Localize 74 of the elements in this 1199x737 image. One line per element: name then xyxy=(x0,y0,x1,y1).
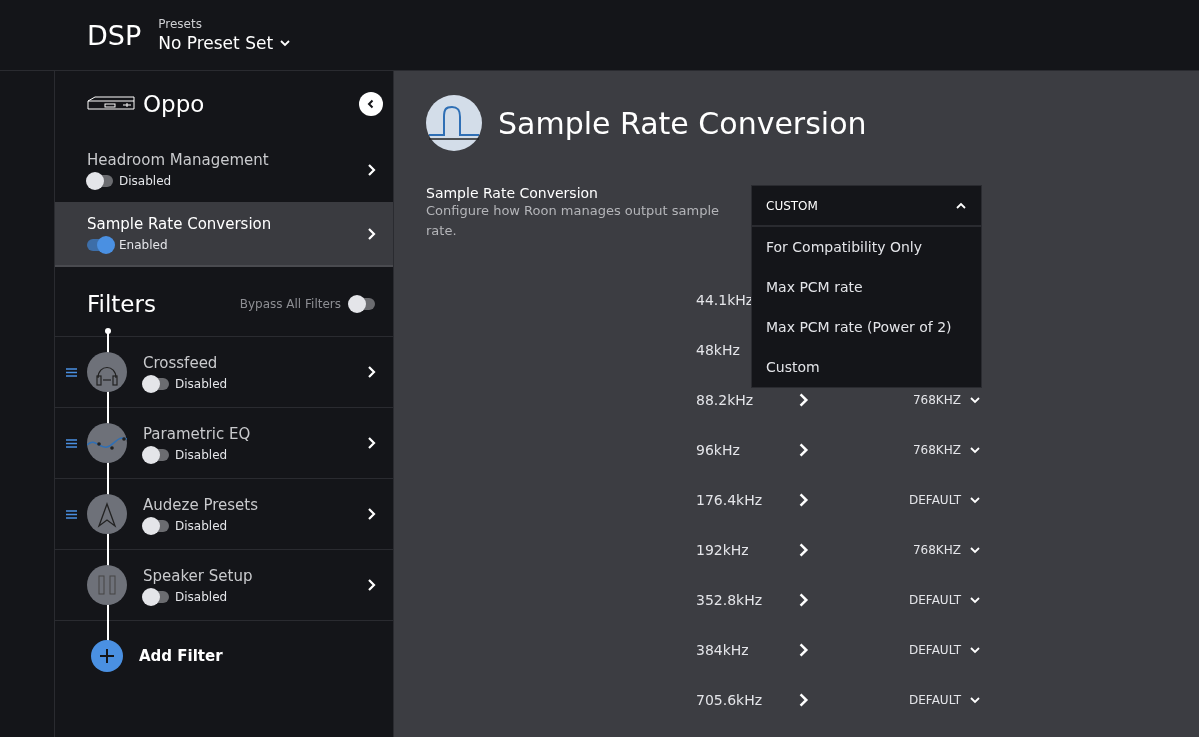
plus-icon xyxy=(99,648,115,664)
rate-label: 96kHz xyxy=(696,442,741,458)
toggle-switch[interactable] xyxy=(143,377,169,390)
rate-dropdown[interactable]: 768KHZ xyxy=(912,443,981,457)
toggle-switch[interactable] xyxy=(349,297,375,310)
rate-dropdown[interactable]: DEFAULT xyxy=(909,643,981,657)
speakers-icon xyxy=(87,565,127,605)
preset-dropdown[interactable]: No Preset Set xyxy=(158,33,292,53)
menu-option[interactable]: Max PCM rate (Power of 2) xyxy=(752,307,981,347)
filter-name: Speaker Setup xyxy=(143,566,254,585)
rate-dropdown[interactable]: DEFAULT xyxy=(909,693,981,707)
sidebar-section[interactable]: Sample Rate Conversion Enabled xyxy=(55,202,393,267)
chevron-down-icon xyxy=(969,595,981,605)
chevron-down-icon xyxy=(279,38,292,48)
rate-label: 48kHz xyxy=(696,342,741,358)
filter-name: Parametric EQ xyxy=(143,424,252,443)
filters-title: Filters xyxy=(87,290,157,317)
sidebar-section[interactable]: Headroom Management Disabled xyxy=(55,137,393,202)
toggle-switch[interactable] xyxy=(143,519,169,532)
section-title: Sample Rate Conversion xyxy=(87,215,273,233)
status-label: Disabled xyxy=(119,174,172,188)
rate-label: 88.2kHz xyxy=(696,392,755,408)
page-title: Sample Rate Conversion xyxy=(498,105,867,141)
toggle-switch[interactable] xyxy=(143,590,169,603)
chevron-down-icon xyxy=(969,645,981,655)
chevron-down-icon xyxy=(969,395,981,405)
disc-player-icon xyxy=(87,96,135,112)
filter-name: Audeze Presets xyxy=(143,495,259,514)
status-label: Disabled xyxy=(175,447,228,462)
waveform-icon xyxy=(426,95,482,151)
status-label: Disabled xyxy=(175,518,228,533)
toggle-switch[interactable] xyxy=(87,175,113,187)
rate-label: 176.4kHz xyxy=(696,492,764,508)
add-filter-button[interactable] xyxy=(91,640,123,672)
chevron-down-icon xyxy=(969,695,981,705)
rate-dropdown[interactable]: 768KHZ xyxy=(912,393,981,407)
rate-label: 352.8kHz xyxy=(696,592,764,608)
bypass-label: Bypass All Filters xyxy=(239,296,341,311)
chevron-up-icon xyxy=(955,200,967,211)
device-name: Oppo xyxy=(143,91,206,117)
status-label: Disabled xyxy=(175,589,228,604)
headphones-icon xyxy=(87,352,127,392)
filter-name: Crossfeed xyxy=(143,353,219,372)
toggle-switch[interactable] xyxy=(143,448,169,461)
setting-description: Configure how Roon manages output sample rate. xyxy=(426,202,721,240)
chevron-left-icon xyxy=(366,99,376,109)
drag-handle-icon[interactable] xyxy=(65,438,77,448)
chevron-down-icon xyxy=(969,545,981,555)
rate-label: 705.6kHz xyxy=(696,692,764,708)
drag-handle-icon[interactable] xyxy=(65,367,77,377)
menu-option[interactable]: For Compatibility Only xyxy=(752,227,981,267)
section-title: Headroom Management xyxy=(87,151,270,169)
status-label: Disabled xyxy=(175,376,228,391)
rate-label: 384kHz xyxy=(696,642,750,658)
menu-option[interactable]: Custom xyxy=(752,347,981,387)
mode-dropdown[interactable]: CUSTOM xyxy=(751,185,982,226)
add-filter-label[interactable]: Add Filter xyxy=(139,647,223,665)
chevron-down-icon xyxy=(969,495,981,505)
rate-dropdown[interactable]: DEFAULT xyxy=(909,493,981,507)
rate-label: 44.1kHz xyxy=(696,292,755,308)
menu-option[interactable]: Max PCM rate xyxy=(752,267,981,307)
drag-handle-icon[interactable] xyxy=(65,509,77,519)
chevron-down-icon xyxy=(969,445,981,455)
app-title: DSP xyxy=(87,19,142,51)
rate-label: 192kHz xyxy=(696,542,750,558)
rate-dropdown[interactable]: DEFAULT xyxy=(909,593,981,607)
status-label: Enabled xyxy=(119,238,168,252)
collapse-button[interactable] xyxy=(359,92,383,116)
setting-label: Sample Rate Conversion xyxy=(426,185,599,201)
rate-dropdown[interactable]: 768KHZ xyxy=(912,543,981,557)
triangle-logo-icon xyxy=(87,494,127,534)
eq-curve-icon xyxy=(87,423,127,463)
toggle-switch[interactable] xyxy=(87,239,113,251)
presets-label: Presets xyxy=(158,17,203,31)
